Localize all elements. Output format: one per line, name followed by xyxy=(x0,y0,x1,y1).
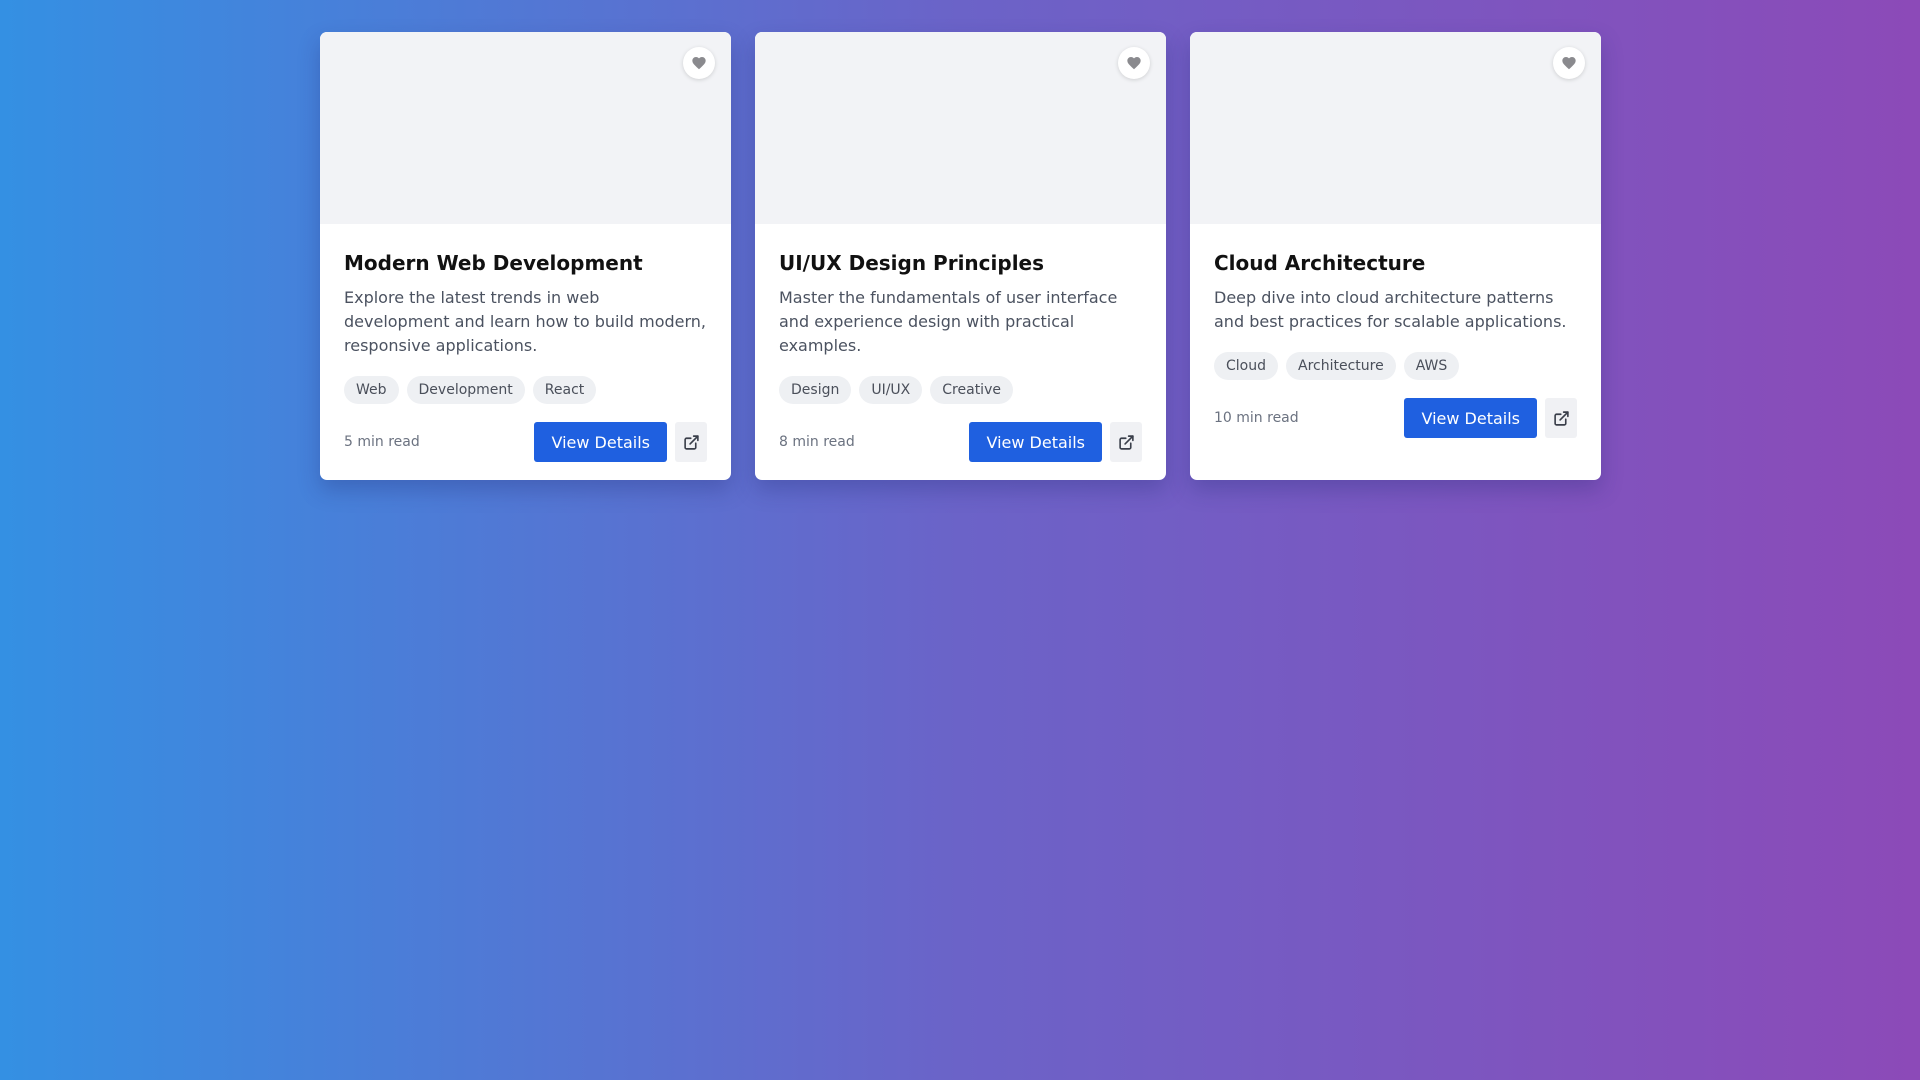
external-link-icon xyxy=(683,434,699,450)
favorite-button[interactable] xyxy=(1118,47,1150,79)
card-description: Master the fundamentals of user interfac… xyxy=(779,288,1118,355)
heart-icon xyxy=(1562,57,1576,70)
card-body: UI/UX Design Principles Master the funda… xyxy=(755,224,1166,462)
view-details-button[interactable]: View Details xyxy=(534,422,667,462)
tag: Design xyxy=(779,376,852,404)
open-external-button[interactable] xyxy=(1110,422,1142,462)
card-body: Modern Web Development Explore the lates… xyxy=(320,224,731,462)
heart-icon xyxy=(1127,57,1141,70)
read-time: 5 min read xyxy=(344,434,420,450)
tag-list: Cloud Architecture AWS xyxy=(1214,352,1577,380)
heart-icon xyxy=(692,57,706,70)
tag: UI/UX xyxy=(859,376,923,404)
card-footer: 5 min read View Details xyxy=(344,422,707,462)
read-time: 8 min read xyxy=(779,434,855,450)
tag: Web xyxy=(344,376,399,404)
view-details-button[interactable]: View Details xyxy=(969,422,1102,462)
external-link-icon xyxy=(1118,434,1134,450)
article-card: UI/UX Design Principles Master the funda… xyxy=(755,32,1166,480)
tag: Development xyxy=(406,376,525,404)
card-footer: 8 min read View Details xyxy=(779,422,1142,462)
card-title: UI/UX Design Principles xyxy=(779,251,1045,275)
tag-list: Design UI/UX Creative xyxy=(779,376,1142,404)
tag: Architecture xyxy=(1286,352,1396,380)
view-details-button[interactable]: View Details xyxy=(1404,398,1537,438)
read-time: 10 min read xyxy=(1214,410,1299,426)
tag: React xyxy=(532,376,597,404)
card-description: Deep dive into cloud architecture patter… xyxy=(1214,288,1567,331)
card-image-placeholder xyxy=(1190,32,1601,224)
card-actions: View Details xyxy=(969,422,1142,462)
open-external-button[interactable] xyxy=(1545,398,1577,438)
card-description: Explore the latest trends in web develop… xyxy=(344,288,707,355)
tag-list: Web Development React xyxy=(344,376,707,404)
card-title: Cloud Architecture xyxy=(1214,251,1426,275)
card-footer: 10 min read View Details xyxy=(1214,398,1577,438)
external-link-icon xyxy=(1553,410,1569,426)
article-card: Cloud Architecture Deep dive into cloud … xyxy=(1190,32,1601,480)
tag: AWS xyxy=(1403,352,1460,380)
favorite-button[interactable] xyxy=(683,47,715,79)
card-actions: View Details xyxy=(534,422,707,462)
card-image-placeholder xyxy=(755,32,1166,224)
open-external-button[interactable] xyxy=(675,422,707,462)
tag: Creative xyxy=(930,376,1013,404)
card-grid: Modern Web Development Explore the lates… xyxy=(320,32,1601,480)
card-image-placeholder xyxy=(320,32,731,224)
tag: Cloud xyxy=(1214,352,1278,380)
card-title: Modern Web Development xyxy=(344,251,643,275)
card-body: Cloud Architecture Deep dive into cloud … xyxy=(1190,224,1601,438)
article-card: Modern Web Development Explore the lates… xyxy=(320,32,731,480)
favorite-button[interactable] xyxy=(1553,47,1585,79)
card-actions: View Details xyxy=(1404,398,1577,438)
